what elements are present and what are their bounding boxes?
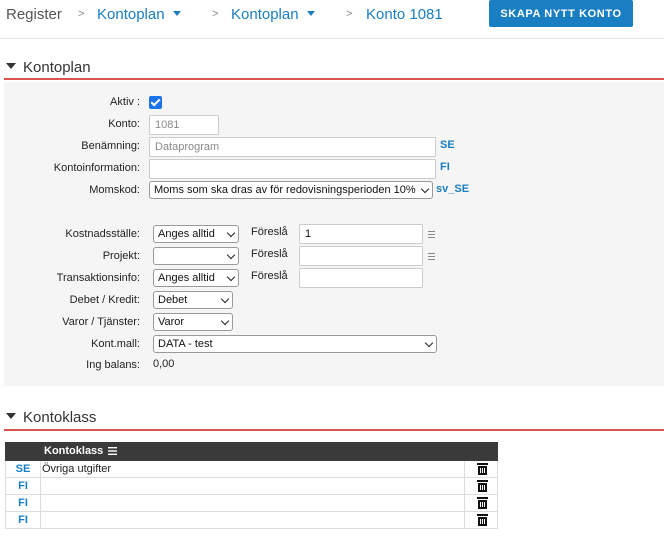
section-kontoklass-header[interactable]: Kontoklass [6,409,96,426]
chevron-down-icon [424,338,434,348]
column-header-kontoklass[interactable]: Kontoklass [44,445,118,457]
row-lang[interactable]: FI [6,495,41,511]
transaktionsinfo-label: Transaktionsinfo: [56,272,140,284]
kontoinfo-label: Kontoinformation: [53,162,140,174]
momskod-label: Momskod: [89,184,140,196]
row-lang[interactable]: FI [6,478,41,494]
breadcrumb-separator: > [346,8,353,20]
trash-icon[interactable] [477,480,488,492]
trash-icon[interactable] [477,463,488,475]
projekt-label: Projekt: [102,250,140,262]
caret-down-icon [6,413,16,419]
konto-label: Konto: [108,118,140,130]
ing-balans-label: Ing balans: [86,359,140,371]
kontoinfo-lang-link[interactable]: FI [440,161,450,173]
table-row: SE Övriga utgifter [5,461,498,478]
chevron-down-icon [172,11,181,16]
row-text[interactable]: Övriga utgifter [42,461,111,477]
projekt-suggest-field[interactable] [299,246,423,266]
kostnadsstalle-suggest-field[interactable]: 1 [299,224,423,244]
section-kontoplan-header[interactable]: Kontoplan [6,59,91,76]
section-title: Kontoplan [23,59,91,76]
create-account-button[interactable]: SKAPA NYTT KONTO [489,0,633,27]
konto-field[interactable]: 1081 [149,115,219,135]
kontoklass-table-header: Kontoklass [5,442,498,461]
table-row: FI [5,478,498,495]
projekt-select[interactable] [153,247,239,265]
breadcrumb-current[interactable]: Konto 1081 [366,6,443,24]
momskod-lang-link[interactable]: sv_SE [436,183,469,195]
chevron-down-icon [306,11,315,16]
section-divider [4,429,664,431]
section-divider [4,78,664,80]
varor-tjanster-label: Varor / Tjänster: [62,316,140,328]
kostnadsstalle-label: Kostnadsställe: [65,228,140,240]
kontmall-select[interactable]: DATA - test [153,335,437,353]
varor-tjanster-selected: Varor [158,316,185,328]
table-row: FI [5,495,498,512]
header: Register > Kontoplan > Kontoplan > Konto… [0,0,664,36]
breadcrumb-kontoplan-1[interactable]: Kontoplan [97,6,181,24]
benamning-label: Benämning: [81,140,140,152]
chevron-down-icon [226,272,236,282]
foresla-label: Föreslå [251,270,288,282]
debet-kredit-select[interactable]: Debet [153,291,233,309]
chevron-down-icon [226,250,236,260]
kostnadsstalle-selected: Anges alltid [158,228,215,240]
chevron-down-icon [220,294,230,304]
benamning-field[interactable]: Dataprogram [149,137,436,157]
table-row: FI [5,512,498,529]
list-icon[interactable] [428,231,435,238]
list-icon[interactable] [428,253,435,260]
varor-tjanster-select[interactable]: Varor [153,313,233,331]
trash-icon[interactable] [477,514,488,526]
benamning-lang-link[interactable]: SE [440,139,455,151]
transaktionsinfo-selected: Anges alltid [158,272,215,284]
aktiv-checkbox[interactable] [149,96,162,109]
transaktionsinfo-select[interactable]: Anges alltid [153,269,239,287]
breadcrumb-kontoplan-2[interactable]: Kontoplan [231,6,315,24]
transaktionsinfo-suggest-field[interactable] [299,268,423,288]
momskod-select[interactable]: Moms som ska dras av för redovisningsper… [149,181,433,199]
chevron-down-icon [420,184,430,194]
debet-kredit-selected: Debet [158,294,188,306]
breadcrumb-separator: > [78,8,85,20]
chevron-down-icon [220,316,230,326]
foresla-label: Föreslå [251,226,288,238]
chevron-down-icon [226,228,236,238]
kostnadsstalle-select[interactable]: Anges alltid [153,225,239,243]
aktiv-label: Aktiv : [110,96,140,108]
kontmall-label: Kont.mall: [91,338,140,350]
kontmall-selected: DATA - test [158,338,213,350]
kontoinfo-field[interactable] [149,159,436,179]
breadcrumb-root[interactable]: Register [6,6,62,24]
divider [0,38,664,39]
caret-down-icon [6,63,16,69]
row-lang[interactable]: FI [6,512,41,528]
ing-balans-value: 0,00 [153,358,175,370]
section-title: Kontoklass [23,409,97,426]
debet-kredit-label: Debet / Kredit: [69,294,140,306]
foresla-label: Föreslå [251,248,288,260]
breadcrumb-separator: > [212,8,219,20]
momskod-selected: Moms som ska dras av för redovisningsper… [154,184,416,196]
list-icon [108,447,118,455]
trash-icon[interactable] [477,497,488,509]
row-lang[interactable]: SE [6,461,41,477]
